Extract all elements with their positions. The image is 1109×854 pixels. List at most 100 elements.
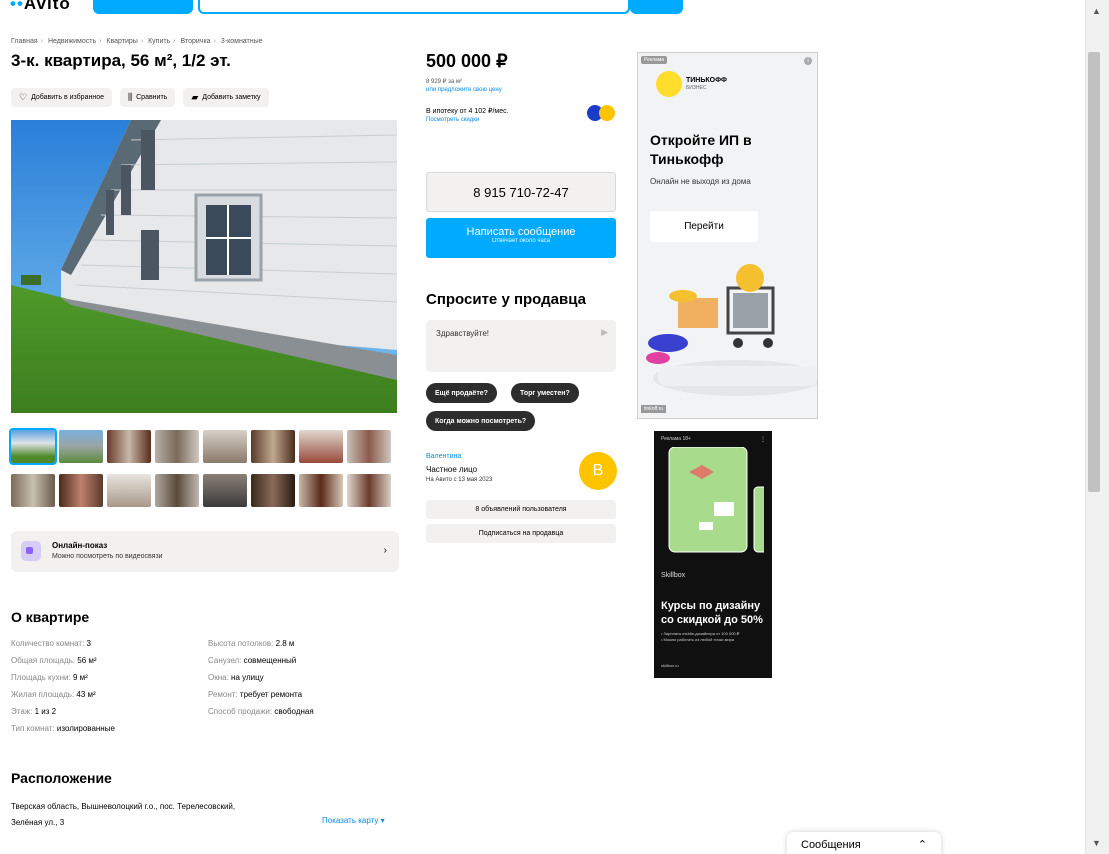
breadcrumb-item[interactable]: Купить bbox=[148, 38, 170, 45]
page-title: 3-к. квартира, 56 м², 1/2 эт. bbox=[11, 51, 231, 70]
quick-question-chip[interactable]: Ещё продаёте? bbox=[426, 383, 497, 403]
online-show-banner[interactable]: Онлайн-показ Можно посмотреть по видеосв… bbox=[11, 531, 399, 572]
param-row: Санузел: совмещенный bbox=[208, 656, 297, 665]
seller-type: Частное лицо bbox=[426, 465, 478, 474]
breadcrumb-item[interactable]: Вторичка bbox=[181, 38, 211, 45]
address: Тверская область, Вышневолоцкий г.о., по… bbox=[11, 802, 236, 827]
scroll-up-arrow-icon[interactable]: ▲ bbox=[1092, 6, 1101, 16]
photo-thumbnail[interactable] bbox=[251, 474, 295, 507]
param-row: Площадь кухни: 9 м² bbox=[11, 673, 88, 682]
add-note-button[interactable]: ▰ Добавить заметку bbox=[183, 88, 269, 107]
compare-button[interactable]: ⫼ Сравнить bbox=[119, 88, 176, 107]
info-icon[interactable]: i bbox=[804, 57, 812, 65]
tinkoff-logo-icon bbox=[656, 71, 682, 97]
photo-thumbnail[interactable] bbox=[59, 430, 103, 463]
ad-brand: ТИНЬКОФФ bbox=[686, 77, 727, 84]
info-icon[interactable]: ⋮ bbox=[760, 436, 766, 443]
mortgage-info: В ипотеку от 4 102 ₽/мес. bbox=[426, 108, 509, 115]
param-row: Общая площадь: 56 м² bbox=[11, 656, 97, 665]
param-row: Окна: на улицу bbox=[208, 673, 264, 682]
ad-footer: skillbox.ru bbox=[661, 663, 679, 668]
price-per-meter: 8 929 ₽ за м² bbox=[426, 79, 463, 85]
search-button[interactable] bbox=[630, 0, 683, 14]
photo-thumbnail[interactable] bbox=[107, 430, 151, 463]
ad-brand-sub: БИЗНЕС bbox=[686, 85, 707, 91]
breadcrumb-item[interactable]: Главная bbox=[11, 38, 38, 45]
about-params-right: Высота потолков: 2.8 м Санузел: совмещен… bbox=[208, 635, 314, 720]
param-row: Жилая площадь: 43 м² bbox=[11, 690, 96, 699]
photo-thumbnail[interactable] bbox=[203, 430, 247, 463]
param-row: Высота потолков: 2.8 м bbox=[208, 639, 295, 648]
param-row: Этаж: 1 из 2 bbox=[11, 707, 57, 716]
ad-brand: Skillbox bbox=[661, 572, 686, 579]
page: ••Avito ▲ ▼ Главная › Недвижимость › Кварт… bbox=[0, 0, 1109, 854]
seller-since: На Авито с 13 мая 2023 bbox=[426, 477, 493, 483]
ad-tag: Реклама bbox=[641, 56, 668, 64]
about-params-left: Количество комнат: 3 Общая площадь: 56 м… bbox=[11, 635, 115, 737]
photo-thumbnail[interactable] bbox=[11, 474, 55, 507]
ad-subtitle: Онлайн не выходя из дома bbox=[650, 177, 751, 186]
ad-cta-button[interactable]: Перейти bbox=[650, 211, 758, 242]
param-row: Количество комнат: 3 bbox=[11, 639, 91, 648]
photo-thumbnail[interactable] bbox=[155, 430, 199, 463]
chevron-up-icon[interactable]: ⌃ bbox=[918, 838, 927, 851]
show-map-link[interactable]: Показать карту ▾ bbox=[322, 816, 385, 825]
scroll-down-arrow-icon[interactable]: ▼ bbox=[1092, 838, 1101, 848]
listing-actions: ♡ Добавить в избранное ⫼ Сравнить ▰ Добавит… bbox=[11, 88, 269, 107]
ask-seller-input[interactable]: Здравствуйте! ▶ bbox=[426, 320, 616, 372]
param-row: Тип комнат: изолированные bbox=[11, 724, 115, 733]
ask-seller-heading: Спросите у продавца bbox=[426, 291, 586, 308]
photo-thumbnail[interactable] bbox=[59, 474, 103, 507]
ad-footer: tinkoff.ru bbox=[641, 405, 667, 413]
main-photo[interactable] bbox=[11, 120, 397, 413]
seller-name[interactable]: Валентина bbox=[426, 453, 461, 460]
photo-thumbnail[interactable] bbox=[9, 428, 57, 465]
design-illustration-icon bbox=[668, 447, 764, 553]
chevron-right-icon: › bbox=[383, 545, 387, 556]
messages-bar[interactable]: Сообщения ⌃ bbox=[787, 832, 941, 854]
photo-thumbnail[interactable] bbox=[203, 474, 247, 507]
breadcrumb-item[interactable]: Недвижимость bbox=[48, 38, 96, 45]
top-bar: ••Avito bbox=[0, 0, 1085, 16]
logo[interactable]: ••Avito bbox=[10, 0, 71, 14]
categories-button[interactable] bbox=[93, 0, 193, 14]
photo-thumbnail[interactable] bbox=[107, 474, 151, 507]
subscribe-seller-button[interactable]: Подписаться на продавца bbox=[426, 524, 616, 543]
search-input[interactable] bbox=[198, 0, 630, 14]
offer-price-link[interactable]: или предложите свою цену bbox=[426, 87, 502, 93]
scrollbar-thumb[interactable] bbox=[1088, 52, 1100, 492]
param-row: Способ продажи: свободная bbox=[208, 707, 314, 716]
heart-icon: ♡ bbox=[19, 92, 28, 102]
discounts-link[interactable]: Посмотреть скидки bbox=[426, 117, 479, 123]
avatar[interactable]: В bbox=[579, 452, 617, 490]
breadcrumb-item[interactable]: Квартиры bbox=[106, 38, 137, 45]
photo-thumbnail[interactable] bbox=[347, 474, 391, 507]
shopping-cart-illustration-icon bbox=[646, 264, 817, 396]
param-row: Ремонт: требует ремонта bbox=[208, 690, 303, 699]
photo-thumbnail[interactable] bbox=[299, 474, 343, 507]
video-call-icon bbox=[21, 541, 41, 561]
add-favorite-button[interactable]: ♡ Добавить в избранное bbox=[11, 88, 112, 107]
send-icon[interactable]: ▶ bbox=[601, 327, 608, 338]
quick-question-chip[interactable]: Торг уместен? bbox=[511, 383, 579, 403]
ad-banner-skillbox[interactable]: Реклама 18+ ⋮ Skillbox Курсы по дизайну … bbox=[654, 431, 772, 678]
online-show-subtitle: Можно посмотреть по видеосвязи bbox=[52, 553, 163, 560]
location-heading: Расположение bbox=[11, 770, 112, 786]
photo-thumbnail[interactable] bbox=[251, 430, 295, 463]
note-icon: ▰ bbox=[191, 92, 199, 102]
ad-tag: Реклама 18+ bbox=[661, 436, 691, 442]
price: 500 000 ₽ bbox=[426, 51, 508, 71]
ad-title: Откройте ИП в Тинькофф bbox=[650, 132, 752, 167]
quick-question-chip[interactable]: Когда можно посмотреть? bbox=[426, 411, 536, 431]
photo-thumbnails bbox=[9, 428, 393, 507]
compare-icon: ⫼ bbox=[127, 92, 133, 102]
breadcrumb-item[interactable]: 3-комнатные bbox=[221, 38, 263, 45]
write-message-button[interactable]: Написать сообщение Отвечает около часа bbox=[426, 218, 616, 258]
ad-banner-tinkoff[interactable]: Реклама i ТИНЬКОФФ БИЗНЕС Откройте ИП в … bbox=[637, 52, 818, 419]
breadcrumb: Главная › Недвижимость › Квартиры › Купить ›… bbox=[11, 38, 263, 45]
phone-button[interactable]: 8 915 710-72-47 bbox=[426, 172, 616, 212]
photo-thumbnail[interactable] bbox=[155, 474, 199, 507]
seller-listings-button[interactable]: 8 объявлений пользователя bbox=[426, 500, 616, 519]
photo-thumbnail[interactable] bbox=[299, 430, 343, 463]
photo-thumbnail[interactable] bbox=[347, 430, 391, 463]
